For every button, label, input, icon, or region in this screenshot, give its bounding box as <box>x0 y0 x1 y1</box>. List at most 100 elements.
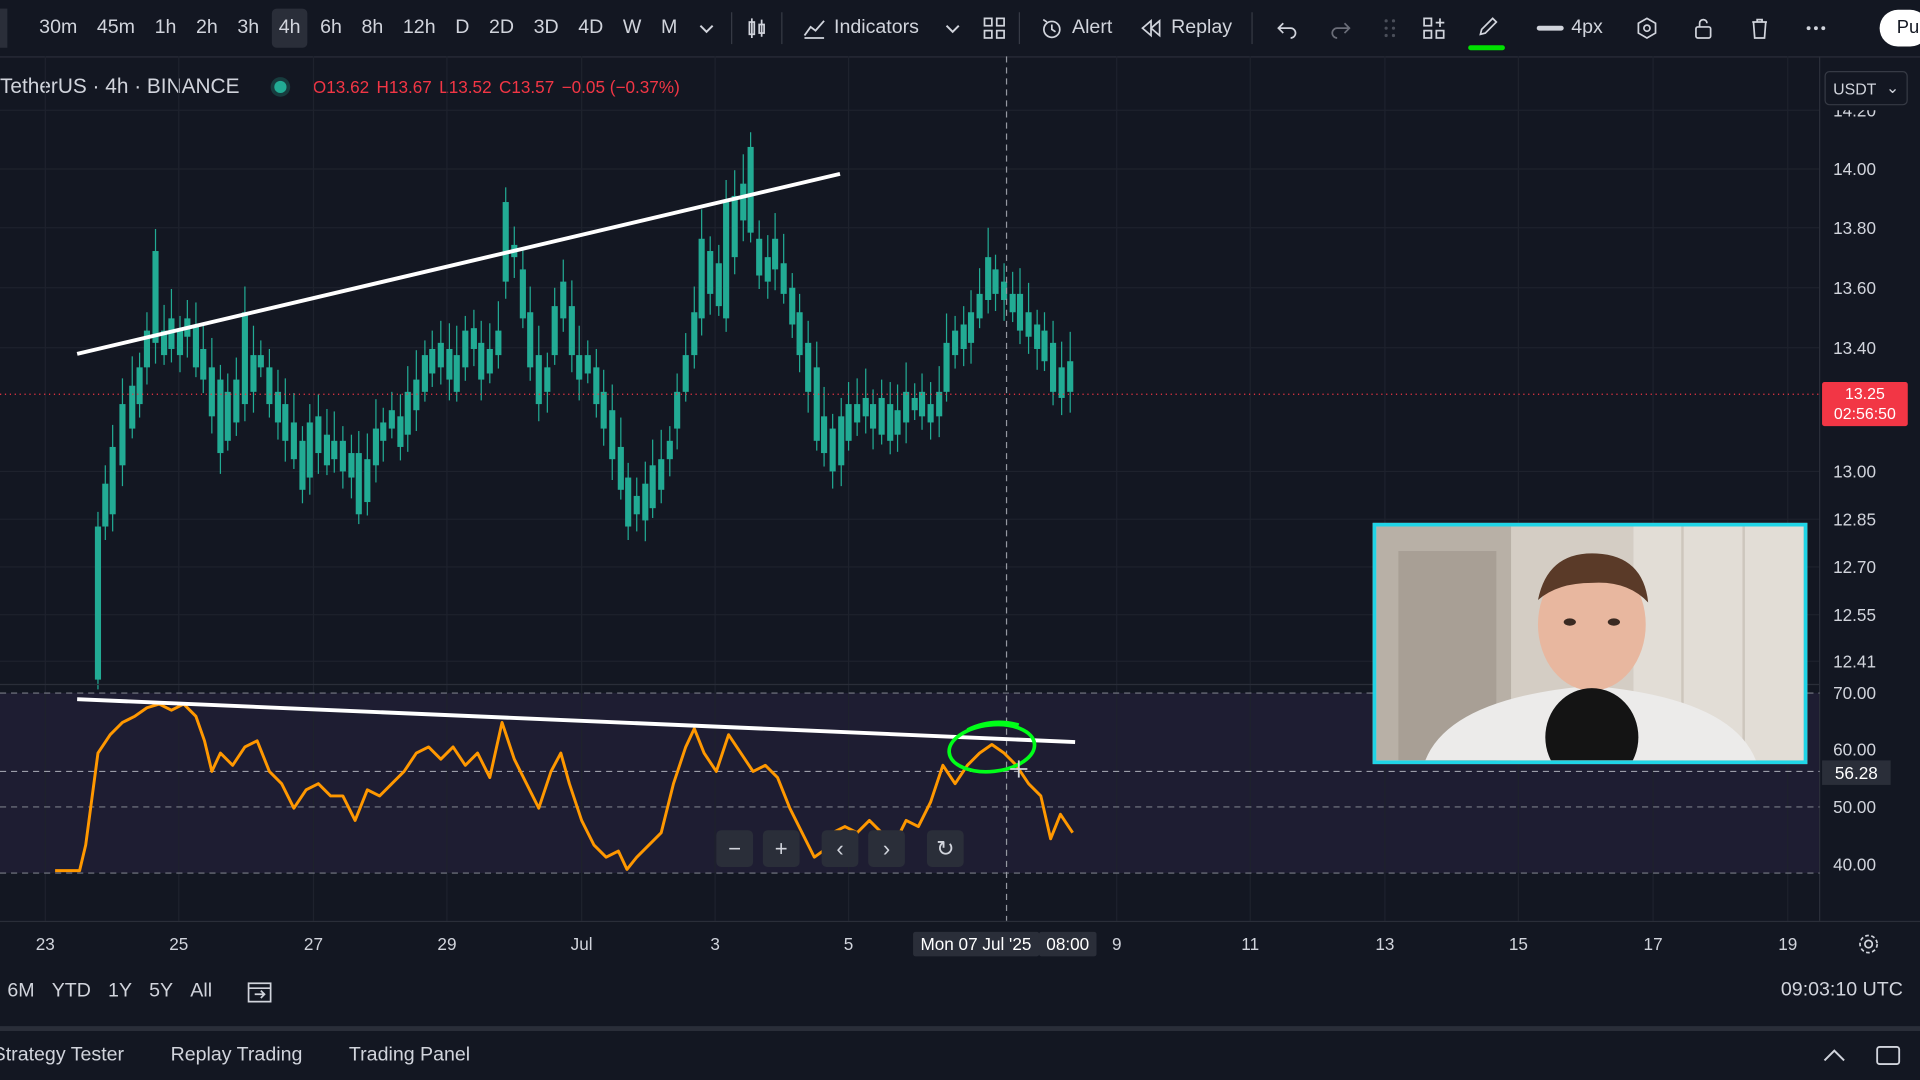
calendar-icon[interactable] <box>245 977 274 1013</box>
green-highlight-ellipse[interactable] <box>947 721 1037 776</box>
chevron-up-icon[interactable] <box>1820 1043 1849 1074</box>
rsi-tick-label: 60.00 <box>1833 739 1876 760</box>
candle-body <box>649 465 656 509</box>
candle-body <box>200 348 207 380</box>
candle-body <box>698 238 705 319</box>
candle-body <box>845 404 852 441</box>
candle-body <box>429 348 436 374</box>
candle-body <box>918 391 926 417</box>
price-tick-label: 14.00 <box>1833 159 1876 179</box>
candle-body <box>887 404 894 441</box>
candle-body <box>129 385 136 429</box>
candle-body <box>747 146 754 233</box>
candle-body <box>666 440 673 460</box>
range-1y[interactable]: 1Y <box>108 981 132 1003</box>
time-tick-label: 25 <box>169 934 189 954</box>
candle-body <box>560 281 567 319</box>
candle-body <box>306 422 313 478</box>
candle-body <box>821 416 828 454</box>
price-tick-label: 12.70 <box>1833 557 1876 577</box>
candle-body <box>976 293 983 319</box>
candle-body <box>355 453 362 515</box>
candle-body <box>780 263 787 294</box>
gear-icon[interactable] <box>1856 932 1880 963</box>
candle-body <box>348 453 355 478</box>
candle-body <box>992 269 999 294</box>
candle-body <box>593 367 600 405</box>
candle-body <box>894 410 901 435</box>
candle-body <box>1016 293 1024 331</box>
presenter-video <box>1376 526 1804 761</box>
candle-body <box>674 391 681 429</box>
time-axis[interactable]: 23 25 27 29 Jul 3 5 9 11 13 15 17 19 Mon 07 Jul '25 … <box>0 920 1920 966</box>
scroll-right-button[interactable]: › <box>868 830 905 867</box>
price-tick-label: 12.41 <box>1833 651 1876 672</box>
range-6m[interactable]: 6M <box>7 981 34 1003</box>
candle-body <box>94 526 102 680</box>
candle-body <box>723 202 730 319</box>
candle-body <box>731 195 738 258</box>
trading-chart-app: 30m 45m 1h 2h 3h 4h 6h 8h 12h D 2D 3D 4D W M Indicator… <box>0 0 1920 1080</box>
zoom-in-button[interactable]: + <box>762 830 800 867</box>
candle-body <box>136 367 143 405</box>
candle-body <box>470 328 477 349</box>
candle-body <box>576 355 583 380</box>
candle-body <box>544 367 551 392</box>
candle-body <box>805 342 812 392</box>
candle-body <box>642 483 649 521</box>
range-all[interactable]: All <box>190 981 212 1003</box>
candle-body <box>372 428 379 466</box>
price-chart-canvas[interactable] <box>0 0 1920 931</box>
candle-body <box>404 391 411 435</box>
candle-body <box>339 440 346 472</box>
candle-body <box>241 312 248 405</box>
tab-trading-panel[interactable]: Trading Panel <box>349 1044 470 1066</box>
time-tick-label: 13 <box>1375 934 1395 954</box>
webcam-overlay <box>1372 522 1808 765</box>
tab-replay-trading[interactable]: Replay Trading <box>171 1044 303 1066</box>
price-tick-label: 13.60 <box>1833 277 1876 298</box>
time-tick-label: 29 <box>437 934 457 954</box>
time-tick-label: 3 <box>710 934 720 954</box>
candle-body <box>364 459 371 503</box>
candle-body <box>282 404 289 441</box>
crosshair-date-label: Mon 07 Jul '25 <box>913 931 1039 957</box>
candle-body <box>217 379 224 454</box>
candle-body <box>625 477 632 527</box>
candle-body <box>486 348 493 374</box>
candle-body <box>985 257 992 301</box>
candle-body <box>274 391 282 423</box>
scroll-left-button[interactable]: ‹ <box>821 830 859 867</box>
candle-body <box>967 312 975 343</box>
candle-body <box>715 263 722 307</box>
rsi-tick-label: 70.00 <box>1833 683 1876 703</box>
price-tick-label: 13.80 <box>1833 217 1876 238</box>
candle-body <box>878 397 885 435</box>
candle-body <box>772 238 779 270</box>
candle-body <box>388 410 395 429</box>
range-ytd[interactable]: YTD <box>52 981 91 1003</box>
range-5y[interactable]: 5Y <box>149 981 173 1003</box>
candle-body <box>707 251 714 294</box>
candle-body <box>903 391 910 423</box>
reset-chart-button[interactable]: ↻ <box>926 830 964 867</box>
candle-body <box>551 306 558 356</box>
candle-body <box>192 324 199 368</box>
candle-body <box>453 355 460 392</box>
candle-body <box>617 446 624 490</box>
tab-strategy-tester[interactable]: Strategy Tester <box>0 1044 124 1066</box>
candle-body <box>691 312 698 356</box>
current-price-value: 13.25 <box>1844 384 1885 403</box>
utc-clock[interactable]: 09:03:10 UTC <box>1781 980 1903 1002</box>
candle-body <box>740 183 747 221</box>
rsi-trendline[interactable] <box>77 697 1076 745</box>
maximize-panel-icon[interactable] <box>1873 1043 1902 1074</box>
candle-body <box>960 324 967 349</box>
candle-body <box>478 342 485 380</box>
candle-body <box>109 446 116 515</box>
zoom-out-button[interactable]: − <box>716 830 754 867</box>
time-tick-label: 5 <box>843 934 854 954</box>
candle-body <box>813 367 820 441</box>
candle-body <box>233 379 240 423</box>
time-tick-label: 15 <box>1508 934 1528 954</box>
